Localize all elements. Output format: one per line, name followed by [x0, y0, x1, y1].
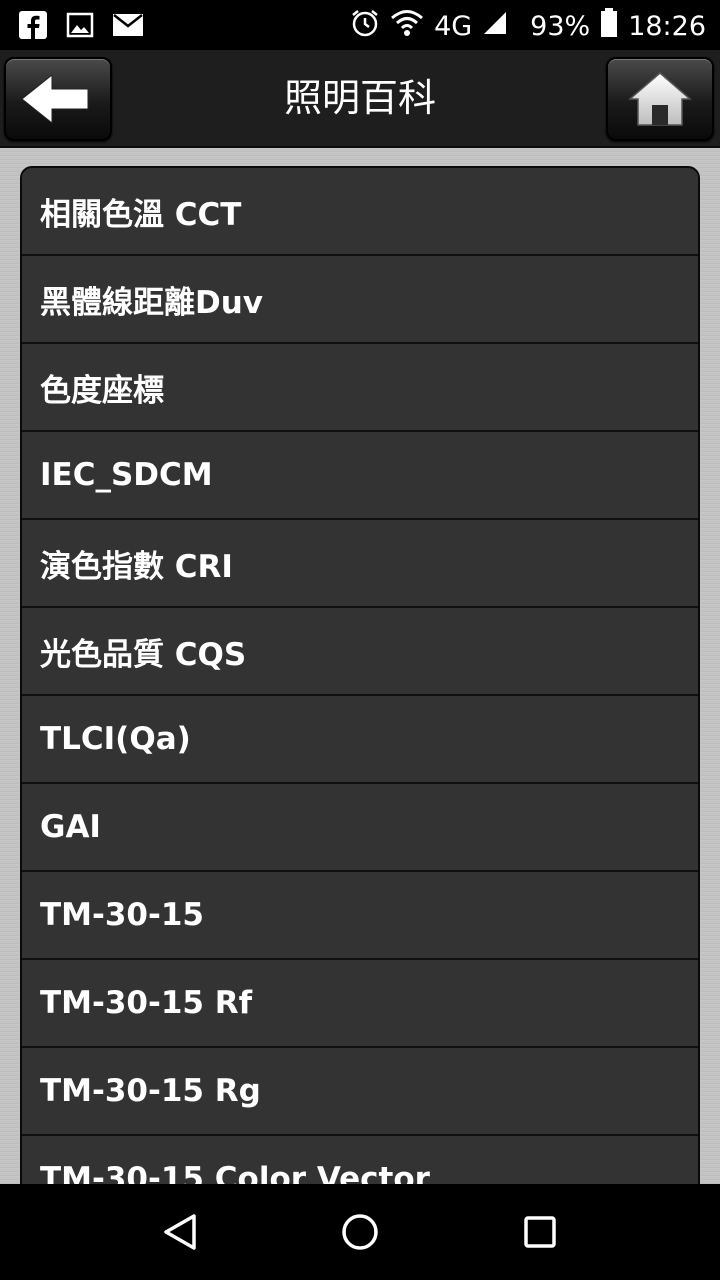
list-item-label: TM-30-15 Rf — [40, 985, 253, 1021]
list-item-label: TM-30-15 — [40, 897, 205, 933]
list-item[interactable]: TM-30-15 Rg — [22, 1048, 698, 1136]
list-item[interactable]: 色度座標 — [22, 344, 698, 432]
list-item[interactable]: 相關色溫 CCT — [22, 168, 698, 256]
home-circle-icon — [340, 1214, 380, 1256]
list-item-label: TM-30-15 Color Vector — [40, 1161, 430, 1184]
list-item[interactable]: TM-30-15 Color Vector — [22, 1136, 698, 1184]
list-item-label: 色度座標 — [40, 372, 164, 409]
list-item[interactable]: TM-30-15 — [22, 872, 698, 960]
list-item[interactable]: 光色品質 CQS — [22, 608, 698, 696]
status-bar: 4G 93% 18:26 — [0, 0, 720, 50]
battery-percent: 93% — [530, 11, 591, 42]
list-item-label: 光色品質 CQS — [40, 636, 247, 673]
list-item[interactable]: TLCI(Qa) — [22, 696, 698, 784]
list-item[interactable]: IEC_SDCM — [22, 432, 698, 520]
nav-home-button[interactable] — [340, 1212, 380, 1252]
list-item-label: 相關色溫 CCT — [40, 196, 242, 233]
signal-icon — [482, 10, 508, 43]
system-status: 4G 93% 18:26 — [350, 8, 706, 45]
home-button[interactable] — [606, 57, 714, 141]
clock: 18:26 — [628, 11, 706, 42]
battery-icon — [600, 8, 618, 45]
title-bar: 照明百科 — [0, 50, 720, 148]
system-nav-bar — [0, 1184, 720, 1280]
alarm-icon — [350, 8, 380, 45]
nav-recents-button[interactable] — [520, 1212, 560, 1252]
list-item-label: GAI — [40, 809, 101, 845]
back-button[interactable] — [4, 57, 112, 141]
page-title: 照明百科 — [283, 76, 436, 120]
content-area[interactable]: 相關色溫 CCT 黑體線距離Duv 色度座標 IEC_SDCM 演色指數 CRI… — [0, 148, 720, 1184]
notification-icons — [18, 10, 144, 44]
recents-square-icon — [520, 1216, 560, 1256]
list-item[interactable]: TM-30-15 Rf — [22, 960, 698, 1048]
back-triangle-icon — [160, 1214, 200, 1256]
network-type: 4G — [434, 11, 473, 42]
list-item-label: 黑體線距離Duv — [40, 284, 264, 321]
list-item[interactable]: 演色指數 CRI — [22, 520, 698, 608]
mail-icon — [112, 12, 144, 42]
facebook-icon — [18, 10, 48, 44]
list-item[interactable]: GAI — [22, 784, 698, 872]
image-icon — [66, 11, 94, 43]
list-item-label: TLCI(Qa) — [40, 721, 191, 757]
nav-back-button[interactable] — [160, 1212, 200, 1252]
list-item-label: TM-30-15 Rg — [40, 1073, 261, 1109]
encyclopedia-list: 相關色溫 CCT 黑體線距離Duv 色度座標 IEC_SDCM 演色指數 CRI… — [20, 166, 700, 1184]
wifi-icon — [390, 9, 424, 44]
list-item-label: 演色指數 CRI — [40, 548, 233, 585]
list-item[interactable]: 黑體線距離Duv — [22, 256, 698, 344]
list-item-label: IEC_SDCM — [40, 457, 213, 493]
